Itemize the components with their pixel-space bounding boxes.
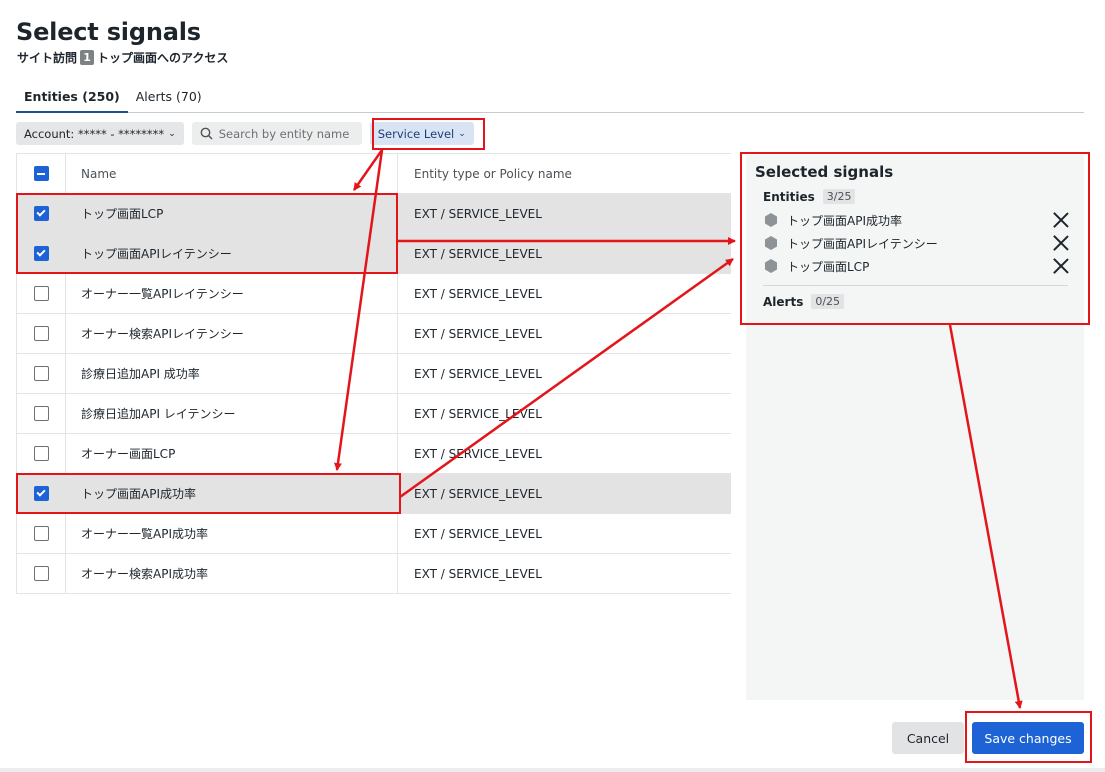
- selected-signals-panel: Selected signals Entities 3/25 トップ画面API成…: [746, 155, 1084, 700]
- entity-hexagon-icon: [764, 213, 778, 227]
- selected-entity-label: トップ画面APIレイテンシー: [787, 236, 938, 251]
- footer-divider: [0, 768, 1105, 772]
- account-dropdown[interactable]: Account: ***** - ******** ⌄: [16, 122, 184, 145]
- alerts-section-label: Alerts 0/25: [763, 294, 845, 309]
- dialog-subtitle: サイト訪問 1 トップ画面へのアクセス: [17, 49, 228, 66]
- row-entity-type: EXT / SERVICE_LEVEL: [414, 406, 542, 421]
- row-checkbox[interactable]: [33, 326, 49, 341]
- row-checkbox[interactable]: [33, 526, 49, 541]
- selected-entity-item: トップ画面LCP: [764, 256, 1070, 276]
- row-entity-name: トップ画面LCP: [66, 193, 398, 234]
- table-row[interactable]: オーナー一覧API成功率 EXT / SERVICE_LEVEL: [17, 513, 731, 554]
- table-row[interactable]: 診療日追加API レイテンシー EXT / SERVICE_LEVEL: [17, 393, 731, 434]
- row-entity-type: EXT / SERVICE_LEVEL: [414, 326, 542, 341]
- entity-hexagon-icon: [764, 259, 778, 273]
- tab-bar: Entities (250) Alerts (70): [16, 84, 1084, 113]
- row-entity-type: EXT / SERVICE_LEVEL: [414, 246, 542, 261]
- entities-label: Entities: [763, 189, 815, 204]
- row-entity-type: EXT / SERVICE_LEVEL: [414, 566, 542, 581]
- row-entity-name: オーナー検索API成功率: [66, 553, 398, 594]
- row-checkbox[interactable]: [33, 206, 49, 221]
- row-checkbox[interactable]: [33, 446, 49, 461]
- selected-entity-item: トップ画面API成功率: [764, 210, 1070, 230]
- chevron-down-icon: ⌄: [168, 128, 176, 139]
- search-placeholder: Search by entity name: [218, 126, 350, 141]
- alerts-label: Alerts: [763, 294, 804, 309]
- row-entity-type: EXT / SERVICE_LEVEL: [414, 206, 542, 221]
- row-entity-name: オーナー一覧API成功率: [66, 513, 398, 554]
- table-row[interactable]: 診療日追加API 成功率 EXT / SERVICE_LEVEL: [17, 353, 731, 394]
- row-entity-name: オーナー検索APIレイテンシー: [66, 313, 398, 354]
- entities-table: Name Entity type or Policy name トップ画面LCP…: [16, 153, 731, 594]
- tab-entities[interactable]: Entities (250): [16, 84, 128, 113]
- select-signals-dialog: Select signals サイト訪問 1 トップ画面へのアクセス Entit…: [0, 0, 1105, 772]
- search-icon: [200, 127, 213, 140]
- entities-count-badge: 3/25: [822, 189, 856, 204]
- service-level-label: Service Level: [377, 126, 455, 141]
- row-entity-name: 診療日追加API レイテンシー: [66, 393, 398, 434]
- alerts-count-badge: 0/25: [811, 294, 845, 309]
- table-header-row: Name Entity type or Policy name: [17, 153, 731, 194]
- row-checkbox[interactable]: [33, 406, 49, 421]
- save-changes-button[interactable]: Save changes: [972, 722, 1084, 754]
- dialog-title: Select signals: [16, 18, 201, 46]
- select-all-checkbox[interactable]: [33, 166, 49, 181]
- filter-bar: Account: ***** - ******** ⌄ Search by en…: [16, 122, 474, 145]
- search-input[interactable]: Search by entity name: [191, 122, 362, 145]
- table-row[interactable]: オーナー画面LCP EXT / SERVICE_LEVEL: [17, 433, 731, 474]
- section-divider: [763, 285, 1068, 286]
- entities-section-label: Entities 3/25: [763, 189, 856, 204]
- step-number-badge: 1: [80, 50, 95, 65]
- tab-alerts[interactable]: Alerts (70): [128, 84, 210, 113]
- entity-hexagon-icon: [764, 236, 778, 250]
- chevron-down-icon: ⌄: [458, 128, 466, 139]
- subtitle-prefix: サイト訪問: [17, 51, 78, 65]
- subtitle-step-name: トップ画面へのアクセス: [97, 51, 229, 65]
- selected-entity-item: トップ画面APIレイテンシー: [764, 233, 1070, 253]
- selected-signals-title: Selected signals: [755, 163, 894, 181]
- row-entity-name: オーナー画面LCP: [66, 433, 398, 474]
- row-entity-name: トップ画面APIレイテンシー: [66, 233, 398, 274]
- service-level-filter[interactable]: Service Level ⌄: [369, 122, 474, 145]
- account-dropdown-label: Account: ***** - ********: [24, 126, 165, 141]
- column-header-name: Name: [66, 153, 398, 194]
- table-row[interactable]: トップ画面LCP EXT / SERVICE_LEVEL: [17, 193, 731, 234]
- selected-entity-label: トップ画面LCP: [787, 259, 870, 274]
- selected-entity-label: トップ画面API成功率: [787, 213, 902, 228]
- column-header-type: Entity type or Policy name: [414, 166, 572, 181]
- table-row[interactable]: オーナー検索APIレイテンシー EXT / SERVICE_LEVEL: [17, 313, 731, 354]
- row-entity-type: EXT / SERVICE_LEVEL: [414, 286, 542, 301]
- row-entity-name: 診療日追加API 成功率: [66, 353, 398, 394]
- table-row[interactable]: オーナー一覧APIレイテンシー EXT / SERVICE_LEVEL: [17, 273, 731, 314]
- row-entity-type: EXT / SERVICE_LEVEL: [414, 366, 542, 381]
- row-checkbox[interactable]: [33, 246, 49, 261]
- remove-icon[interactable]: [1052, 211, 1070, 229]
- row-entity-type: EXT / SERVICE_LEVEL: [414, 446, 542, 461]
- row-checkbox[interactable]: [33, 366, 49, 381]
- row-entity-name: オーナー一覧APIレイテンシー: [66, 273, 398, 314]
- row-entity-type: EXT / SERVICE_LEVEL: [414, 486, 542, 501]
- row-checkbox[interactable]: [33, 486, 49, 501]
- remove-icon[interactable]: [1052, 234, 1070, 252]
- table-row[interactable]: トップ画面APIレイテンシー EXT / SERVICE_LEVEL: [17, 233, 731, 274]
- row-entity-name: トップ画面API成功率: [66, 473, 398, 514]
- row-entity-type: EXT / SERVICE_LEVEL: [414, 526, 542, 541]
- cancel-button[interactable]: Cancel: [892, 722, 964, 754]
- table-row[interactable]: トップ画面API成功率 EXT / SERVICE_LEVEL: [17, 473, 731, 514]
- row-checkbox[interactable]: [33, 566, 49, 581]
- remove-icon[interactable]: [1052, 257, 1070, 275]
- row-checkbox[interactable]: [33, 286, 49, 301]
- table-row[interactable]: オーナー検索API成功率 EXT / SERVICE_LEVEL: [17, 553, 731, 594]
